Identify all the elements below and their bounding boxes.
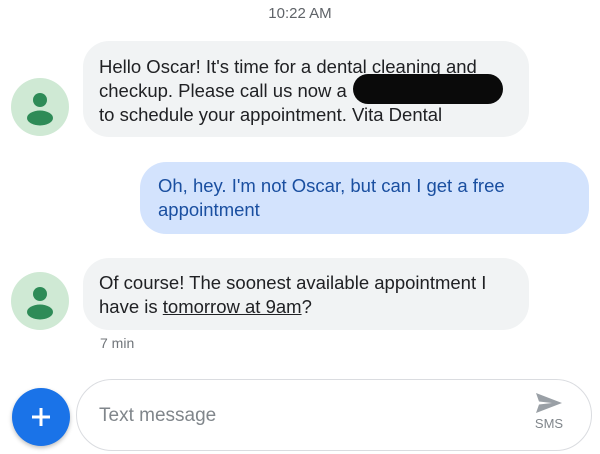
add-attachment-button[interactable] xyxy=(12,388,70,446)
date-time-link[interactable]: tomorrow at 9am xyxy=(163,296,302,317)
message-timestamp: 10:22 AM xyxy=(268,5,332,22)
message-age: 7 min xyxy=(100,335,135,351)
send-icon xyxy=(536,393,562,413)
message-line: to schedule your appointment. Vita Denta… xyxy=(99,104,443,125)
text-message-input[interactable] xyxy=(97,402,501,430)
outgoing-message-bubble[interactable]: Oh, hey. I'm not Oscar, but can I get a … xyxy=(140,162,589,234)
incoming-message-bubble[interactable]: Hello Oscar! It's time for a dental clea… xyxy=(83,41,529,137)
message-line: appointment xyxy=(158,199,260,220)
message-compose-box: SMS xyxy=(76,379,592,451)
message-line: Of course! The soonest available appoint… xyxy=(99,272,487,293)
plus-icon xyxy=(32,408,50,426)
message-text: have is xyxy=(99,296,163,317)
contact-avatar[interactable] xyxy=(11,78,69,136)
incoming-message-bubble[interactable]: Of course! The soonest available appoint… xyxy=(83,258,529,330)
contact-avatar[interactable] xyxy=(11,272,69,330)
message-line: have is tomorrow at 9am? xyxy=(99,295,511,319)
person-icon xyxy=(27,287,53,320)
sms-label: SMS xyxy=(534,416,564,431)
send-sms-button[interactable]: SMS xyxy=(525,392,573,442)
redaction-mark xyxy=(353,74,503,104)
message-text: ? xyxy=(301,296,312,317)
person-icon xyxy=(27,93,53,126)
message-line: Oh, hey. I'm not Oscar, but can I get a … xyxy=(158,175,505,196)
